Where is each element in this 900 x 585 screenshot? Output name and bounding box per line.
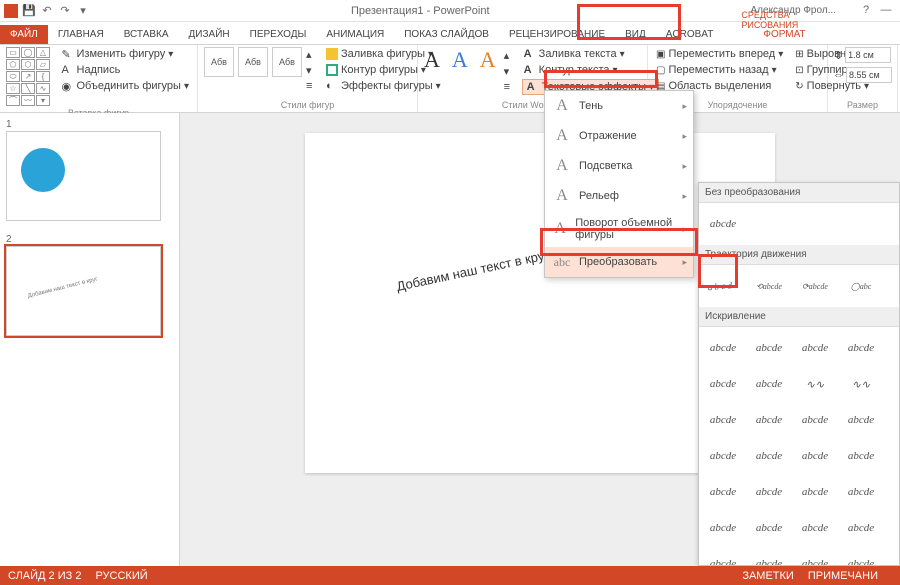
transform-path-1[interactable]: a b c d e (702, 269, 744, 302)
warp-option[interactable]: abcde (703, 369, 743, 399)
undo-icon[interactable]: ↶ (40, 4, 54, 18)
tab-slideshow[interactable]: ПОКАЗ СЛАЙДОВ (394, 25, 499, 44)
redo-icon[interactable]: ↷ (58, 4, 72, 18)
thumbnail-2[interactable]: 2 Добавим наш текст в круг (6, 234, 173, 339)
text-effects-menu: AТень▸ AОтражение▸ AПодсветка▸ AРельеф▸ … (544, 90, 694, 278)
minimize-icon[interactable]: — (879, 4, 893, 18)
warp-option[interactable]: abcde (841, 405, 881, 435)
menu-bevel[interactable]: AРельеф▸ (545, 181, 693, 211)
warp-option[interactable]: abcde (749, 405, 789, 435)
transform-path-2[interactable]: ⟲abcde (749, 271, 789, 301)
send-backward-button[interactable]: ▢ Переместить назад ▾ (654, 63, 785, 77)
menu-glow[interactable]: AПодсветка▸ (545, 151, 693, 181)
bring-forward-button[interactable]: ▣ Переместить вперед ▾ (654, 47, 785, 61)
warp-option[interactable]: abcde (795, 513, 835, 543)
textbox-button[interactable]: AНадпись (60, 63, 192, 77)
status-notes[interactable]: ЗАМЕТКИ (742, 570, 794, 582)
height-icon: ⇕ (834, 49, 843, 62)
warp-option[interactable]: abcde (749, 333, 789, 363)
warp-option[interactable]: abcde (841, 513, 881, 543)
app-icon (4, 4, 18, 18)
status-slide: СЛАЙД 2 ИЗ 2 (8, 570, 81, 582)
transform-none[interactable]: abcde (703, 209, 743, 239)
warp-option[interactable]: abcde (749, 477, 789, 507)
warp-option[interactable]: abcde (841, 333, 881, 363)
warp-option[interactable]: abcde (749, 549, 789, 566)
tab-transitions[interactable]: ПЕРЕХОДЫ (240, 25, 317, 44)
text-fill-button[interactable]: AЗаливка текста ▾ (522, 47, 659, 61)
qat-more-icon[interactable]: ▾ (76, 4, 90, 18)
merge-shapes-button[interactable]: ◉Объединить фигуры ▾ (60, 79, 192, 93)
thumbnail-1[interactable]: 1 (6, 119, 173, 224)
warp-option[interactable]: abcde (749, 513, 789, 543)
transform-gallery: Без преобразования abcde Траектория движ… (698, 182, 900, 566)
warp-option[interactable]: abcde (841, 549, 881, 566)
menu-3d-rotation[interactable]: AПоворот объемной фигуры▸ (545, 211, 693, 247)
warp-option[interactable]: abcde (795, 549, 835, 566)
width-icon: ⇔ (833, 69, 844, 81)
warp-option[interactable]: abcde (703, 405, 743, 435)
tab-animation[interactable]: АНИМАЦИЯ (316, 25, 394, 44)
warp-option[interactable]: abcde (703, 441, 743, 471)
status-lang[interactable]: РУССКИЙ (95, 570, 147, 582)
status-bar: СЛАЙД 2 ИЗ 2 РУССКИЙ ЗАМЕТКИ ПРИМЕЧАНИ (0, 566, 900, 585)
status-comments[interactable]: ПРИМЕЧАНИ (808, 570, 878, 582)
warp-option[interactable]: abcde (841, 441, 881, 471)
tab-acrobat[interactable]: ACROBAT (656, 25, 724, 44)
group-size: Размер (834, 98, 891, 110)
transform-none-header: Без преобразования (699, 183, 899, 203)
menu-shadow[interactable]: AТень▸ (545, 91, 693, 121)
shape-style-gallery[interactable]: Абв Абв Абв ▴▾≡ (204, 47, 318, 93)
window-title: Презентация1 - PowerPoint (90, 5, 751, 17)
ribbon: ▭◯△⬠⬡ ▱⬭↗{☆ ╲∿⌒〰▾ ✎Изменить фигуру ▾ AНа… (0, 45, 900, 113)
menu-transform[interactable]: abcПреобразовать▸ (545, 247, 693, 277)
context-tab-label: СРЕДСТВА РИСОВАНИЯ (733, 8, 843, 32)
warp-option[interactable]: abcde (795, 405, 835, 435)
warp-option[interactable]: abcde (841, 477, 881, 507)
tab-design[interactable]: ДИЗАЙН (179, 25, 240, 44)
transform-path-3[interactable]: ⟳abcde (795, 271, 835, 301)
save-icon[interactable]: 💾 (22, 4, 36, 18)
warp-option[interactable]: abcde (795, 477, 835, 507)
warp-option[interactable]: abcde (703, 549, 743, 566)
tab-file[interactable]: ФАЙЛ (0, 25, 48, 44)
tab-insert[interactable]: ВСТАВКА (114, 25, 179, 44)
transform-path-4[interactable]: ◯abc (841, 271, 881, 301)
width-input[interactable] (846, 67, 892, 83)
warp-option[interactable]: abcde (795, 333, 835, 363)
slide-thumbnails: 1 2 Добавим наш текст в круг (0, 113, 180, 566)
tab-view[interactable]: ВИД (615, 25, 656, 44)
warp-option[interactable]: abcde (749, 441, 789, 471)
transform-warp-header: Искривление (699, 307, 899, 327)
group-shape-styles: Стили фигур (204, 98, 411, 110)
warp-option[interactable]: ∿∿ (795, 369, 835, 399)
menu-reflection[interactable]: AОтражение▸ (545, 121, 693, 151)
help-icon[interactable]: ? (859, 4, 873, 18)
tab-home[interactable]: ГЛАВНАЯ (48, 25, 114, 44)
tab-review[interactable]: РЕЦЕНЗИРОВАНИЕ (499, 25, 615, 44)
transform-path-header: Траектория движения (699, 245, 899, 265)
curved-text[interactable]: Добавим наш текст в круг (395, 247, 550, 294)
warp-option[interactable]: abcde (749, 369, 789, 399)
warp-option[interactable]: abcde (703, 513, 743, 543)
wordart-gallery[interactable]: A A A ▴▾≡ (424, 47, 516, 95)
warp-option[interactable]: abcde (703, 477, 743, 507)
warp-option[interactable]: abcde (703, 333, 743, 363)
text-outline-button[interactable]: AКонтур текста ▾ (522, 63, 659, 77)
warp-option[interactable]: abcde (795, 441, 835, 471)
ribbon-tabs: ФАЙЛ ГЛАВНАЯ ВСТАВКА ДИЗАЙН ПЕРЕХОДЫ АНИ… (0, 22, 900, 45)
shapes-gallery[interactable]: ▭◯△⬠⬡ ▱⬭↗{☆ ╲∿⌒〰▾ (6, 47, 54, 106)
edit-shape-button[interactable]: ✎Изменить фигуру ▾ (60, 47, 192, 61)
height-input[interactable] (845, 47, 891, 63)
warp-option[interactable]: ∿∿ (841, 369, 881, 399)
